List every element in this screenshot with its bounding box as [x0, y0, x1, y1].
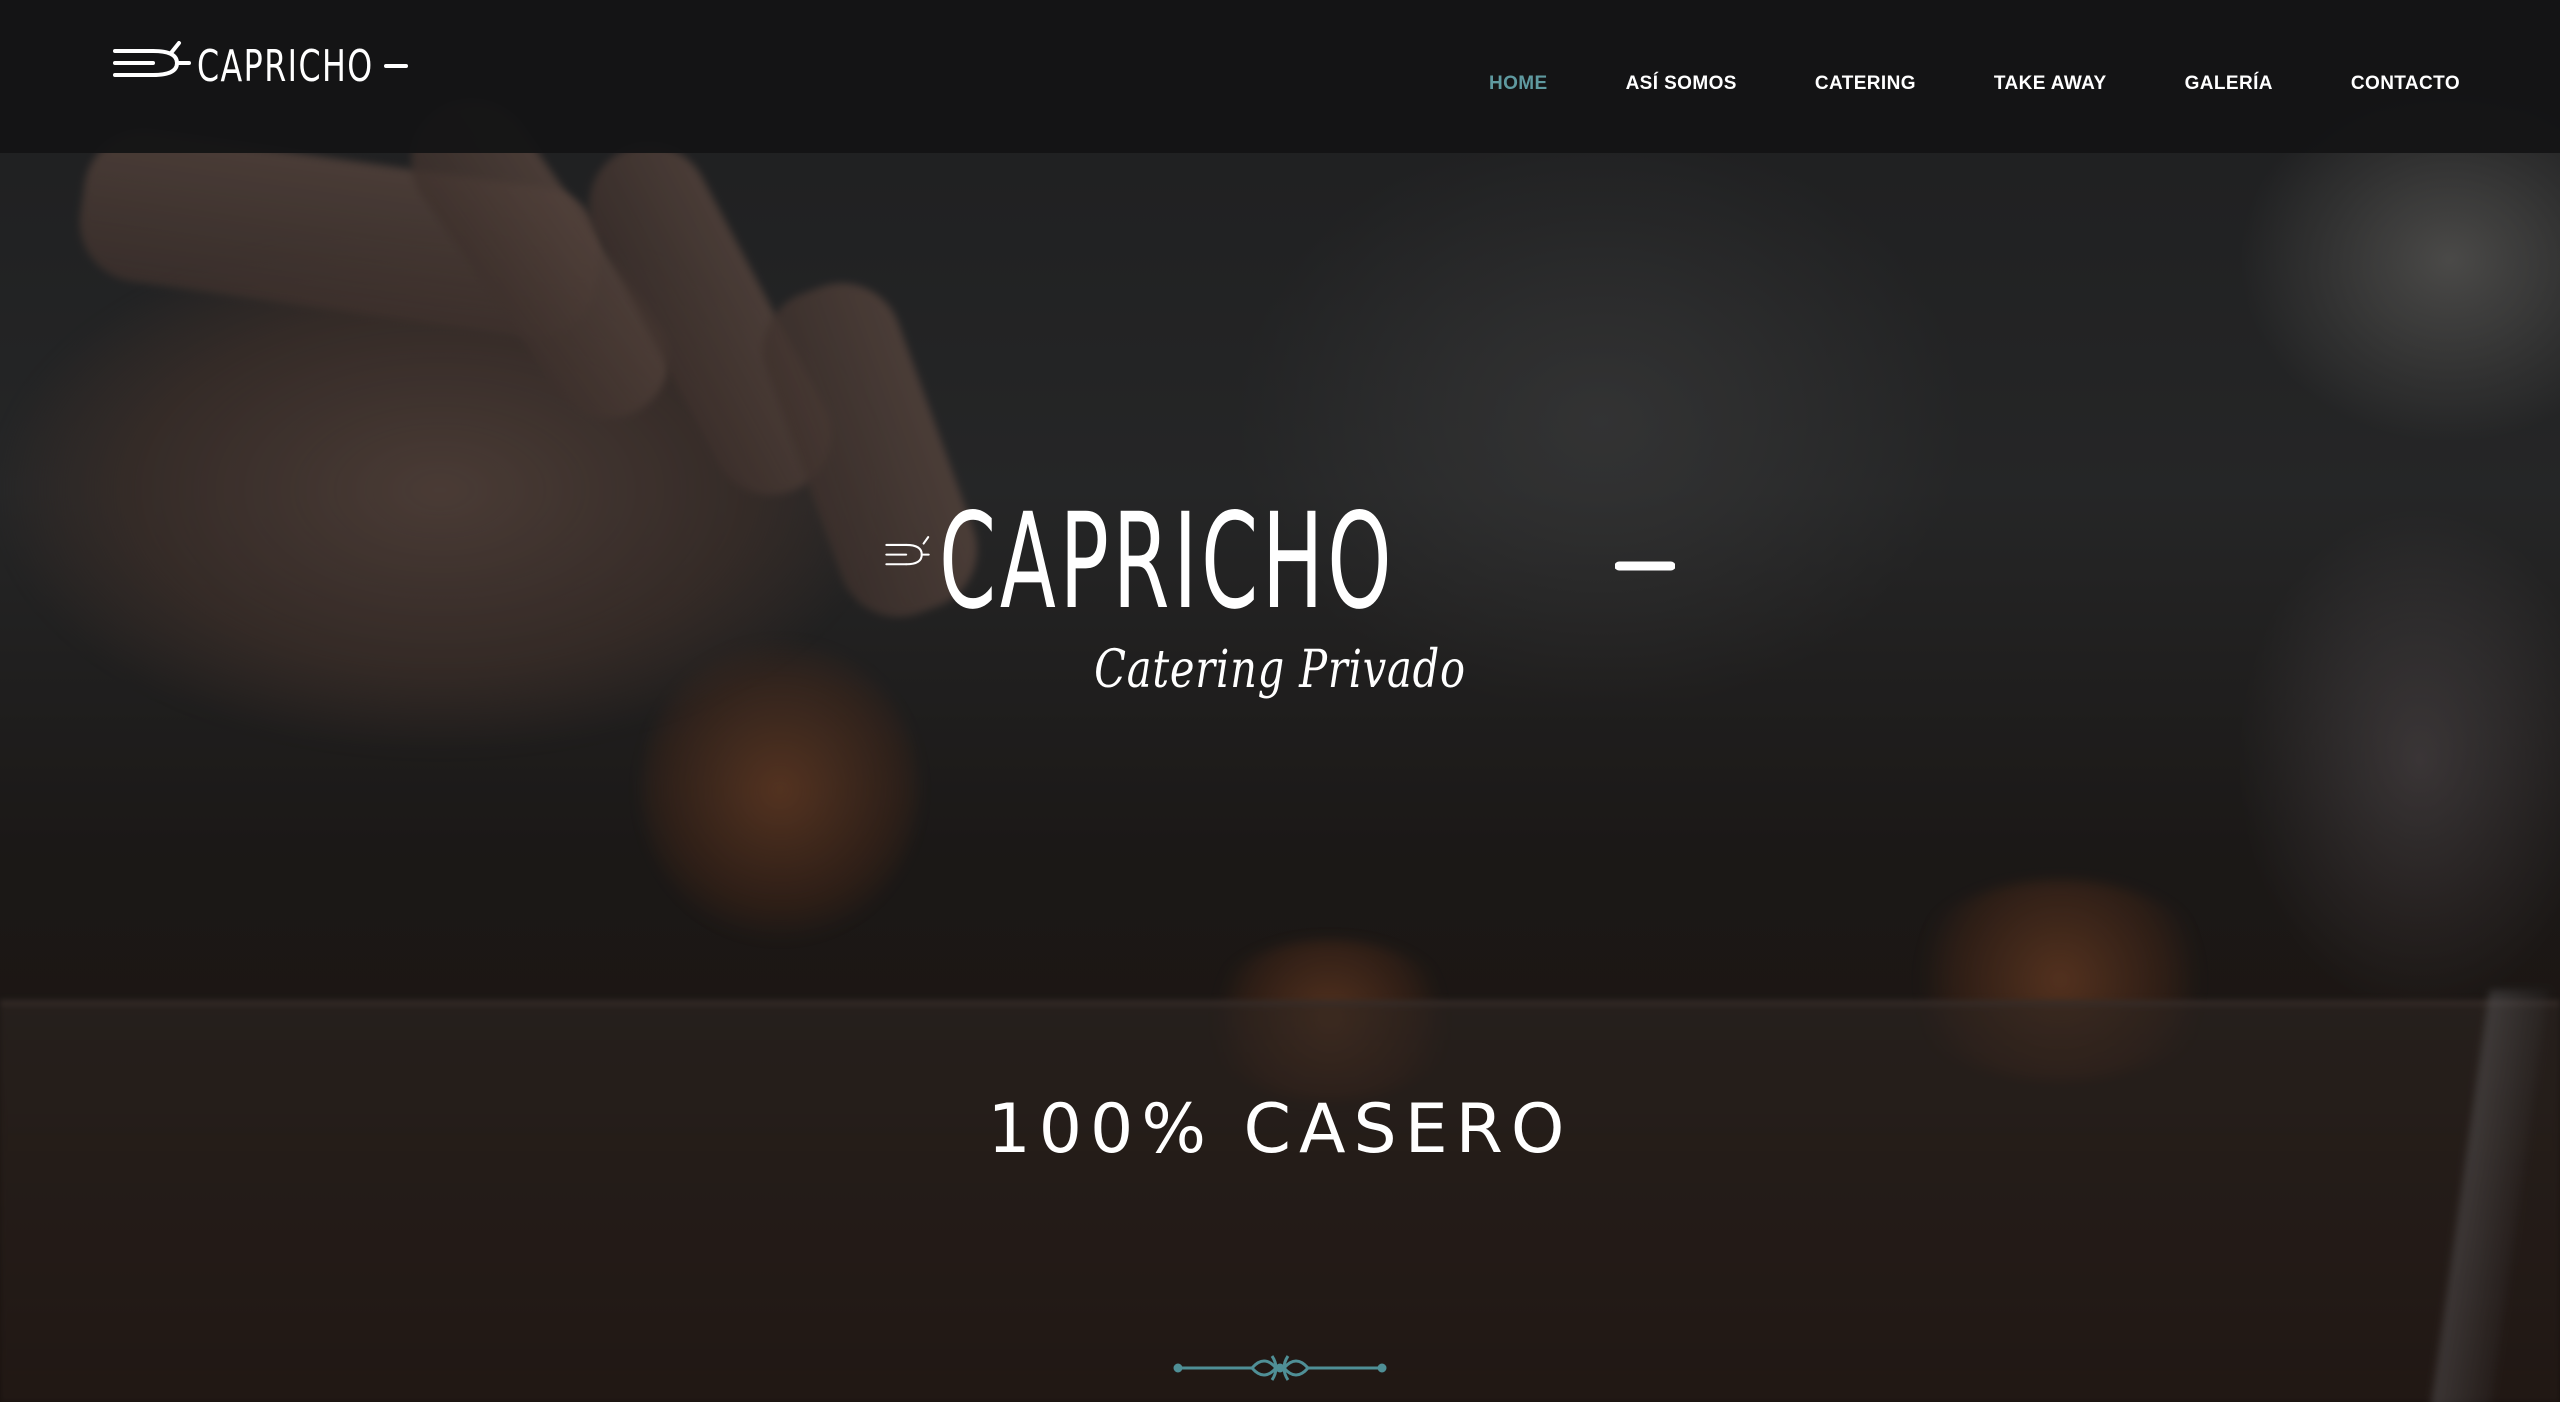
ornament-divider-icon[interactable]	[1172, 1348, 1388, 1388]
site-header: CAPRICHO HOME ASÍ SOMOS CATERING TAKE AW…	[0, 0, 2560, 153]
header-logo-text: CAPRICHO	[197, 40, 374, 92]
hero-logo-dash-icon	[1615, 561, 1675, 571]
nav-contacto[interactable]: CONTACTO	[2351, 73, 2460, 95]
hero-overlay	[0, 0, 2560, 1402]
logo-fork-icon	[113, 41, 191, 77]
hero-logo-fork-icon	[885, 536, 930, 566]
main-nav: HOME ASÍ SOMOS CATERING TAKE AWAY GALERÍ…	[1411, 73, 2460, 95]
hero-logo-text: CAPRICHO	[938, 485, 1396, 639]
logo-dash-icon	[384, 64, 409, 68]
nav-take-away[interactable]: TAKE AWAY	[1994, 73, 2107, 95]
hero-logo: CAPRICHO	[885, 478, 1675, 628]
hero-headline: 100% CASERO	[987, 1090, 1573, 1169]
nav-home[interactable]: HOME	[1489, 73, 1548, 95]
hero-tagline: Catering Privado	[1094, 640, 1466, 700]
header-logo[interactable]: CAPRICHO	[113, 36, 409, 96]
nav-galeria[interactable]: GALERÍA	[2185, 73, 2273, 95]
nav-asi-somos[interactable]: ASÍ SOMOS	[1626, 73, 1737, 95]
hero-background	[0, 0, 2560, 1402]
nav-catering[interactable]: CATERING	[1815, 73, 1916, 95]
